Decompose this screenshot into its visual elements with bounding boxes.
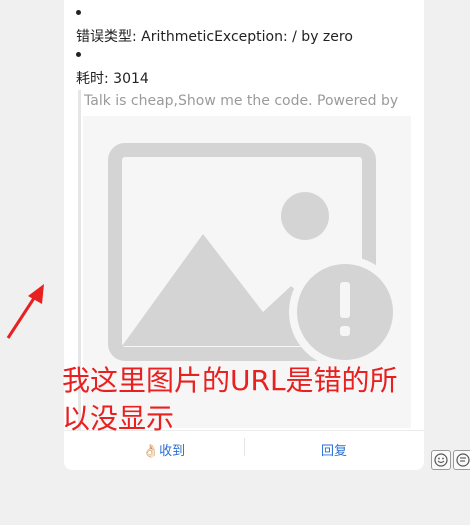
received-button[interactable]: 👌🏻收到 [74, 440, 254, 459]
quote-text: Talk is cheap,Show me the code. Powered … [84, 93, 399, 109]
list-bullet [76, 10, 81, 15]
elapsed-line: 耗时: 3014 [76, 71, 149, 87]
emoji-icon[interactable] [431, 450, 451, 470]
reply-button[interactable]: 回复 [244, 440, 424, 459]
emoji-icon [434, 453, 448, 467]
more-icon [456, 453, 470, 467]
more-icon[interactable] [453, 450, 470, 470]
error-type-line: 错误类型: ArithmeticException: / by zero [76, 29, 353, 45]
annotation-text: 我这里图片的URL是错的所以没显示 [62, 364, 398, 435]
annotation-arrow [6, 284, 44, 339]
list-bullet [76, 52, 81, 57]
